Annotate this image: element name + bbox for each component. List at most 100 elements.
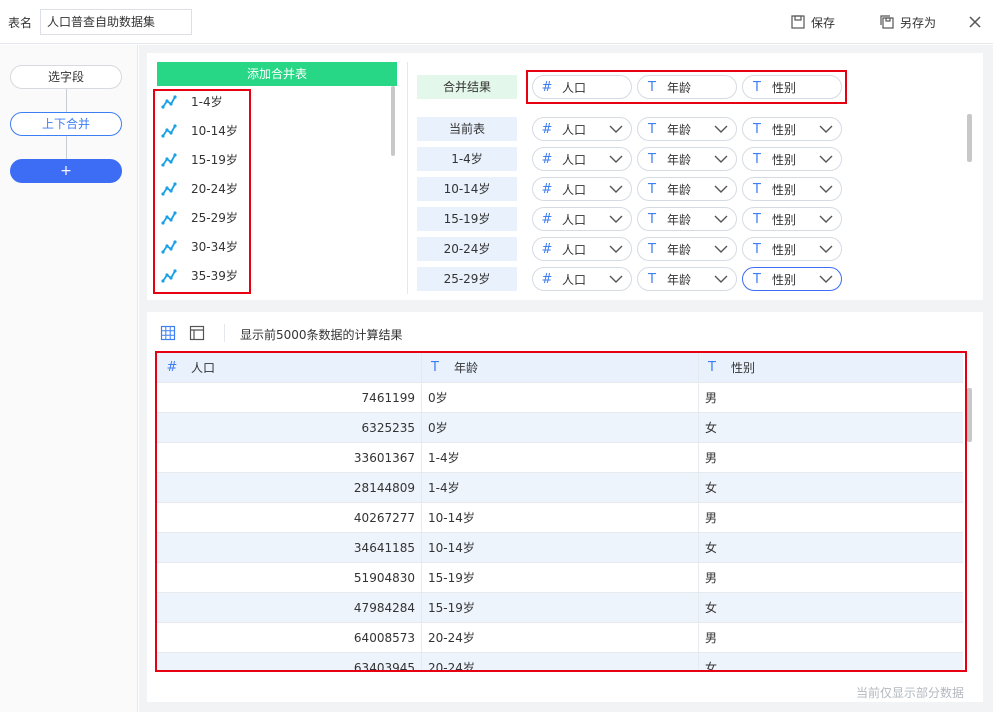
config-scrollbar[interactable] — [967, 114, 972, 162]
cell-gender[interactable]: 男 — [699, 383, 963, 412]
cell-population[interactable]: 40267277 — [157, 503, 422, 532]
column-header[interactable]: T 年龄 — [422, 353, 699, 382]
cell-age[interactable]: 1-4岁 — [422, 443, 699, 472]
chevron-down-icon — [819, 185, 833, 193]
union-table-item[interactable]: 25-29岁 — [157, 203, 397, 232]
union-table-item[interactable]: 1-4岁 — [157, 87, 397, 116]
cell-age[interactable]: 15-19岁 — [422, 593, 699, 622]
cell-age[interactable]: 15-19岁 — [422, 563, 699, 592]
cell-gender[interactable]: 女 — [699, 653, 963, 670]
cell-age[interactable]: 0岁 — [422, 383, 699, 412]
field-select[interactable]: T 年龄 — [637, 147, 737, 171]
field-select[interactable]: T 年龄 — [637, 207, 737, 231]
cell-gender[interactable]: 男 — [699, 443, 963, 472]
table-row: 34641185 10-14岁女 — [157, 533, 963, 563]
cell-gender[interactable]: 男 — [699, 503, 963, 532]
merge-field-chip: T 性别 — [742, 75, 842, 99]
mapping-row-label: 20-24岁 — [417, 237, 517, 261]
flow-step-select-fields[interactable]: 选字段 — [10, 65, 122, 89]
add-step-button[interactable]: + — [10, 159, 122, 183]
field-select[interactable]: T 年龄 — [637, 177, 737, 201]
chevron-down-icon — [714, 215, 728, 223]
preview-table: # 人口 T 年龄 T 性别 7461199 0岁男 6325235 0岁女 33601… — [157, 353, 963, 670]
cell-age[interactable]: 0岁 — [422, 413, 699, 442]
text-type-icon: T — [753, 271, 761, 287]
cell-population[interactable]: 51904830 — [157, 563, 422, 592]
union-table-name: 1-4岁 — [191, 95, 223, 109]
save-as-button[interactable]: 另存为 — [880, 12, 936, 32]
cell-gender[interactable]: 男 — [699, 623, 963, 652]
column-header[interactable]: # 人口 — [157, 353, 422, 382]
cell-gender[interactable]: 女 — [699, 533, 963, 562]
layout-view-icon[interactable] — [189, 325, 205, 341]
field-select[interactable]: T 性别 — [742, 177, 842, 201]
field-select[interactable]: T 年龄 — [637, 237, 737, 261]
cell-age[interactable]: 1-4岁 — [422, 473, 699, 502]
table-row: 7461199 0岁男 — [157, 383, 963, 413]
field-select[interactable]: T 性别 — [742, 267, 842, 291]
cell-age[interactable]: 20-24岁 — [422, 653, 699, 670]
field-select[interactable]: T 年龄 — [637, 267, 737, 291]
cell-population[interactable]: 7461199 — [157, 383, 422, 412]
column-header[interactable]: T 性别 — [699, 353, 963, 382]
chevron-down-icon — [714, 275, 728, 283]
cell-population[interactable]: 6325235 — [157, 413, 422, 442]
number-type-icon: # — [166, 360, 178, 375]
union-table-item[interactable]: 15-19岁 — [157, 145, 397, 174]
cell-gender[interactable]: 男 — [699, 563, 963, 592]
cell-population[interactable]: 64008573 — [157, 623, 422, 652]
cell-age[interactable]: 20-24岁 — [422, 623, 699, 652]
field-select[interactable]: # 人口 — [532, 147, 632, 171]
field-select[interactable]: # 人口 — [532, 207, 632, 231]
field-select[interactable]: T 性别 — [742, 147, 842, 171]
text-type-icon: T — [753, 79, 761, 95]
chevron-down-icon — [714, 155, 728, 163]
mapping-row-label: 当前表 — [417, 117, 517, 141]
union-table-item[interactable]: 20-24岁 — [157, 174, 397, 203]
text-type-icon: T — [648, 181, 656, 197]
flow-step-union[interactable]: 上下合并 — [10, 112, 122, 136]
number-type-icon: # — [541, 241, 553, 257]
mapping-row-label: 1-4岁 — [417, 147, 517, 171]
cell-gender[interactable]: 女 — [699, 473, 963, 502]
cell-population[interactable]: 47984284 — [157, 593, 422, 622]
table-row: 28144809 1-4岁女 — [157, 473, 963, 503]
cell-age[interactable]: 10-14岁 — [422, 533, 699, 562]
add-union-table-button[interactable]: 添加合并表 — [157, 62, 397, 86]
cell-gender[interactable]: 女 — [699, 413, 963, 442]
field-select[interactable]: # 人口 — [532, 117, 632, 141]
save-button[interactable]: 保存 — [791, 12, 835, 32]
dataset-icon — [161, 239, 177, 254]
text-type-icon: T — [753, 211, 761, 227]
cell-gender[interactable]: 女 — [699, 593, 963, 622]
number-type-icon: # — [541, 271, 553, 287]
union-table-item[interactable]: 10-14岁 — [157, 116, 397, 145]
union-table-item[interactable]: 35-39岁 — [157, 261, 397, 290]
union-table-item[interactable]: 30-34岁 — [157, 232, 397, 261]
cell-population[interactable]: 33601367 — [157, 443, 422, 472]
field-select[interactable]: T 性别 — [742, 237, 842, 261]
cell-population[interactable]: 34641185 — [157, 533, 422, 562]
field-select[interactable]: T 性别 — [742, 117, 842, 141]
number-type-icon: # — [541, 151, 553, 167]
close-icon[interactable] — [966, 13, 984, 31]
table-list-scrollbar[interactable] — [391, 86, 395, 156]
union-table-list: 1-4岁 10-14岁 15-19岁 20-24岁 25-29岁 30-34岁 … — [157, 86, 397, 294]
toolbar-divider — [224, 324, 225, 342]
field-select[interactable]: T 年龄 — [637, 117, 737, 141]
grid-view-icon[interactable] — [160, 325, 176, 341]
table-row: 63403945 20-24岁女 — [157, 653, 963, 670]
text-type-icon: T — [431, 360, 439, 375]
chevron-down-icon — [819, 215, 833, 223]
table-name-input[interactable]: 人口普查自助数据集 — [40, 9, 192, 35]
field-select[interactable]: # 人口 — [532, 267, 632, 291]
field-select[interactable]: # 人口 — [532, 237, 632, 261]
field-select[interactable]: # 人口 — [532, 177, 632, 201]
field-select[interactable]: T 性别 — [742, 207, 842, 231]
preview-scrollbar[interactable] — [967, 388, 972, 442]
cell-population[interactable]: 63403945 — [157, 653, 422, 670]
dataset-icon — [161, 210, 177, 225]
cell-population[interactable]: 28144809 — [157, 473, 422, 502]
text-type-icon: T — [648, 121, 656, 137]
cell-age[interactable]: 10-14岁 — [422, 503, 699, 532]
